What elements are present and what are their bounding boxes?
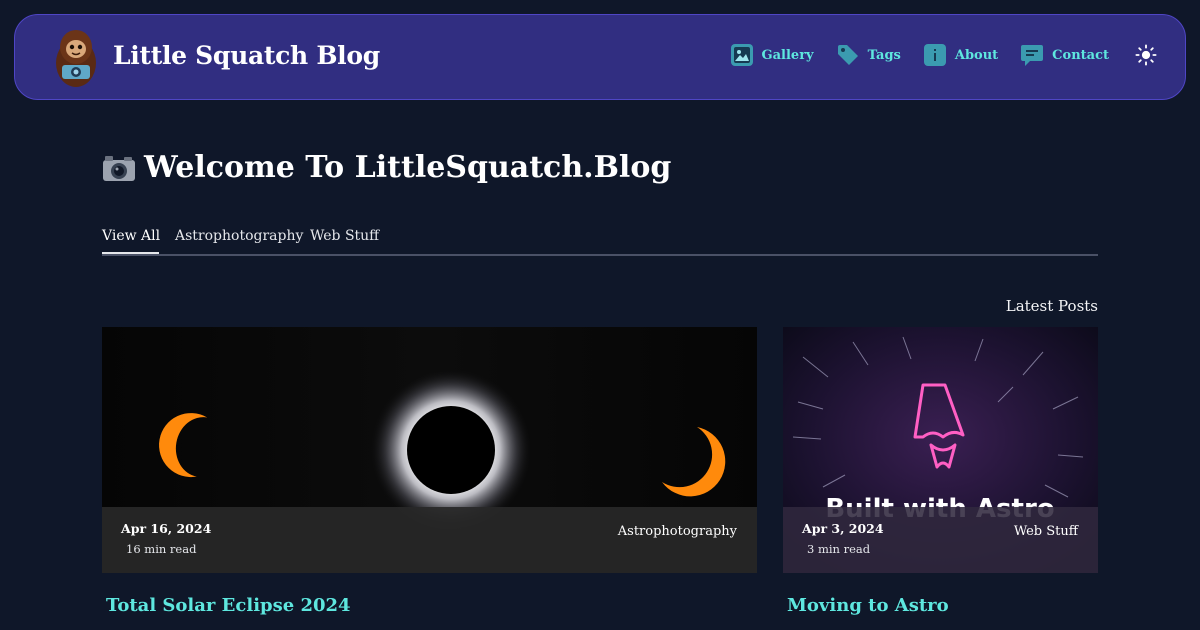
chat-icon <box>1021 45 1044 66</box>
post-card-eclipse[interactable]: Apr 16, 2024 16 min read Astrophotograph… <box>102 327 757 573</box>
nav-contact-label: Contact <box>1052 47 1109 63</box>
read-time: 16 min read <box>126 542 197 556</box>
post-title-link[interactable]: Total Solar Eclipse 2024 <box>106 595 351 616</box>
nav-gallery[interactable]: Gallery <box>730 43 814 67</box>
page-title-text: Welcome To LittleSquatch.Blog <box>144 150 672 185</box>
tab-web-stuff[interactable]: Web Stuff <box>310 228 379 244</box>
latest-posts-heading: Latest Posts <box>1005 297 1098 315</box>
nav-gallery-label: Gallery <box>761 47 814 63</box>
post-category-link[interactable]: Astrophotography <box>618 524 737 539</box>
nav-about-label: About <box>954 47 999 63</box>
nav-tags[interactable]: Tags <box>836 43 901 67</box>
squatch-logo[interactable] <box>53 27 99 89</box>
post-meta-bar: Apr 3, 2024 3 min read Web Stuff <box>783 507 1098 573</box>
post-category-link[interactable]: Web Stuff <box>1014 524 1078 539</box>
camera-icon <box>103 155 135 181</box>
active-tab-indicator <box>102 252 159 254</box>
tab-astrophotography[interactable]: Astrophotography <box>175 228 303 244</box>
post-meta-bar: Apr 16, 2024 16 min read Astrophotograph… <box>102 507 757 573</box>
info-icon <box>923 44 946 66</box>
page-title: Welcome To LittleSquatch.Blog <box>102 150 671 185</box>
post-date: Apr 16, 2024 <box>121 521 212 536</box>
tag-icon <box>837 45 858 65</box>
nav-contact[interactable]: Contact <box>1020 43 1109 67</box>
post-card-astro[interactable]: Built with Astro Apr 3, 2024 3 min read … <box>783 327 1098 573</box>
read-time: 3 min read <box>807 542 871 556</box>
nav-tags-label: Tags <box>867 47 901 63</box>
gallery-icon <box>730 44 753 66</box>
post-title-link[interactable]: Moving to Astro <box>787 595 949 616</box>
post-date: Apr 3, 2024 <box>802 521 884 536</box>
category-tabs: View All Astrophotography Web Stuff <box>102 226 1098 256</box>
nav-about[interactable]: About <box>923 43 998 67</box>
tab-view-all[interactable]: View All <box>102 228 160 244</box>
sun-icon[interactable] <box>1135 44 1157 66</box>
site-title[interactable]: Little Squatch Blog <box>113 41 380 70</box>
main-nav: Gallery Tags About Contact <box>708 43 1157 67</box>
site-header: Little Squatch Blog Gallery Tags About C… <box>14 14 1186 100</box>
